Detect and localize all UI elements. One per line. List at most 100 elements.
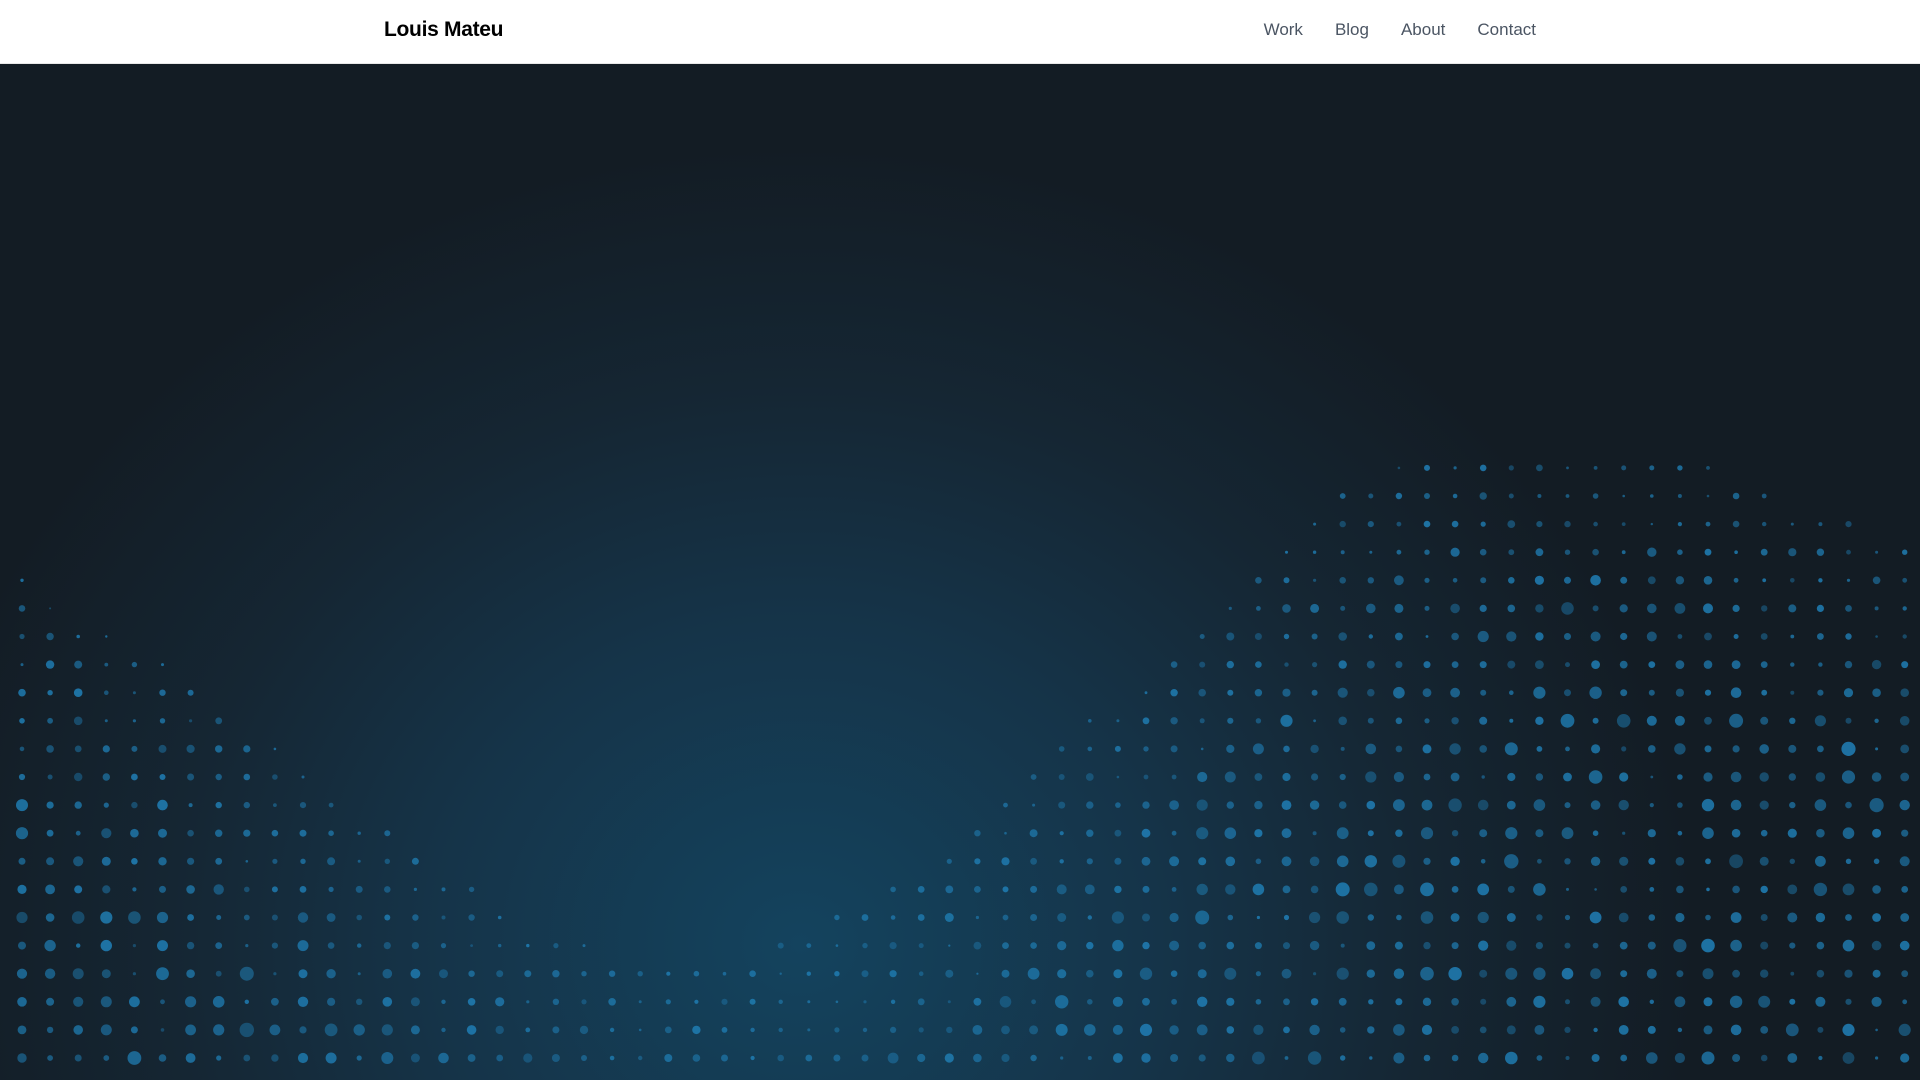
pattern-dot xyxy=(356,1055,362,1061)
pattern-dot xyxy=(1280,714,1293,727)
pattern-dot xyxy=(1789,998,1796,1005)
pattern-dot xyxy=(1872,885,1881,894)
pattern-dot xyxy=(1112,1024,1123,1035)
pattern-dot xyxy=(976,972,979,975)
pattern-dot xyxy=(918,1027,924,1033)
pattern-dot xyxy=(100,996,112,1008)
pattern-dot xyxy=(1030,774,1037,780)
pattern-dot xyxy=(1112,939,1124,952)
pattern-dot xyxy=(1702,827,1714,839)
pattern-dot xyxy=(1621,465,1627,471)
pattern-dot xyxy=(1282,772,1291,782)
pattern-dot xyxy=(1366,603,1376,614)
pattern-dot xyxy=(1619,660,1628,669)
pattern-dot xyxy=(1368,634,1374,639)
pattern-dot xyxy=(1816,941,1825,950)
nav-about[interactable]: About xyxy=(1401,20,1445,40)
pattern-dot xyxy=(835,1000,839,1004)
pattern-dot xyxy=(1479,716,1488,725)
pattern-dot xyxy=(1760,633,1768,640)
pattern-dot xyxy=(326,969,336,979)
pattern-dot xyxy=(1195,910,1210,925)
pattern-dot xyxy=(1310,885,1319,894)
pattern-dot xyxy=(835,944,839,947)
pattern-dot xyxy=(1790,522,1794,526)
pattern-dot xyxy=(410,968,421,979)
pattern-dot xyxy=(1310,998,1319,1006)
pattern-dot xyxy=(1142,801,1150,809)
pattern-dot xyxy=(887,1052,899,1064)
pattern-dot xyxy=(130,1026,138,1034)
pattern-dot xyxy=(1704,548,1712,556)
pattern-dot xyxy=(666,971,671,976)
pattern-dot xyxy=(47,1055,53,1061)
pattern-dot xyxy=(1677,465,1683,471)
pattern-dot xyxy=(1255,718,1262,724)
pattern-dot xyxy=(1369,550,1373,554)
pattern-dot xyxy=(1842,939,1855,952)
pattern-dot xyxy=(973,941,982,950)
pattern-dot xyxy=(1001,1053,1010,1063)
pattern-dot xyxy=(638,1028,642,1032)
pattern-dot xyxy=(1171,830,1177,836)
pattern-dot xyxy=(1732,492,1740,500)
pattern-dot xyxy=(1449,743,1461,755)
pattern-dot xyxy=(1338,632,1347,641)
pattern-dot xyxy=(1560,713,1575,728)
pattern-dot xyxy=(1789,801,1796,809)
pattern-dot xyxy=(999,996,1012,1008)
pattern-dot xyxy=(1170,661,1178,668)
nav-work[interactable]: Work xyxy=(1264,20,1303,40)
pattern-dot xyxy=(19,633,25,640)
pattern-dot xyxy=(1424,605,1430,611)
pattern-dot xyxy=(1730,939,1742,952)
pattern-dot xyxy=(1729,713,1744,728)
pattern-dot xyxy=(1479,604,1487,613)
pattern-dot xyxy=(1650,775,1654,779)
pattern-dot xyxy=(1055,995,1069,1009)
pattern-dot xyxy=(74,772,83,782)
pattern-dot xyxy=(1283,998,1290,1006)
pattern-dot xyxy=(1590,856,1601,866)
pattern-dot xyxy=(1395,632,1403,641)
pattern-dot xyxy=(1729,854,1743,869)
pattern-dot xyxy=(1255,577,1262,584)
pattern-dot xyxy=(1843,688,1854,698)
pattern-dot xyxy=(1141,828,1151,838)
site-brand[interactable]: Louis Mateu xyxy=(384,18,504,42)
pattern-dot xyxy=(1593,1027,1598,1033)
pattern-dot xyxy=(1899,856,1910,867)
pattern-dot xyxy=(18,605,26,612)
pattern-dot xyxy=(1537,494,1542,498)
pattern-dot xyxy=(861,1054,869,1062)
pattern-dot xyxy=(1508,577,1515,584)
pattern-dot xyxy=(1448,967,1462,981)
pattern-dot xyxy=(411,857,419,865)
pattern-dot xyxy=(1364,855,1378,868)
pattern-dot xyxy=(1621,746,1627,752)
pattern-dot xyxy=(1420,882,1434,897)
pattern-dot xyxy=(102,773,111,781)
nav-contact[interactable]: Contact xyxy=(1477,20,1536,40)
pattern-dot xyxy=(1366,941,1376,950)
pattern-dot xyxy=(16,911,28,924)
pattern-dot xyxy=(131,773,138,781)
pattern-dot xyxy=(918,971,924,976)
pattern-dot xyxy=(1199,634,1205,639)
pattern-dot xyxy=(1085,773,1094,781)
pattern-dot xyxy=(1252,743,1264,755)
pattern-dot xyxy=(1058,746,1065,752)
pattern-dot xyxy=(1533,995,1546,1008)
pattern-dot xyxy=(778,1027,783,1033)
pattern-dot xyxy=(1592,717,1599,724)
pattern-dot xyxy=(1396,914,1402,921)
pattern-dot xyxy=(72,968,84,980)
pattern-dot xyxy=(1198,857,1207,866)
pattern-dot xyxy=(890,886,896,893)
pattern-dot xyxy=(1114,885,1122,894)
pattern-dot xyxy=(1508,493,1514,499)
pattern-dot xyxy=(1704,716,1712,725)
nav-blog[interactable]: Blog xyxy=(1335,20,1369,40)
pattern-dot xyxy=(552,1026,560,1034)
pattern-dot xyxy=(1425,635,1429,638)
